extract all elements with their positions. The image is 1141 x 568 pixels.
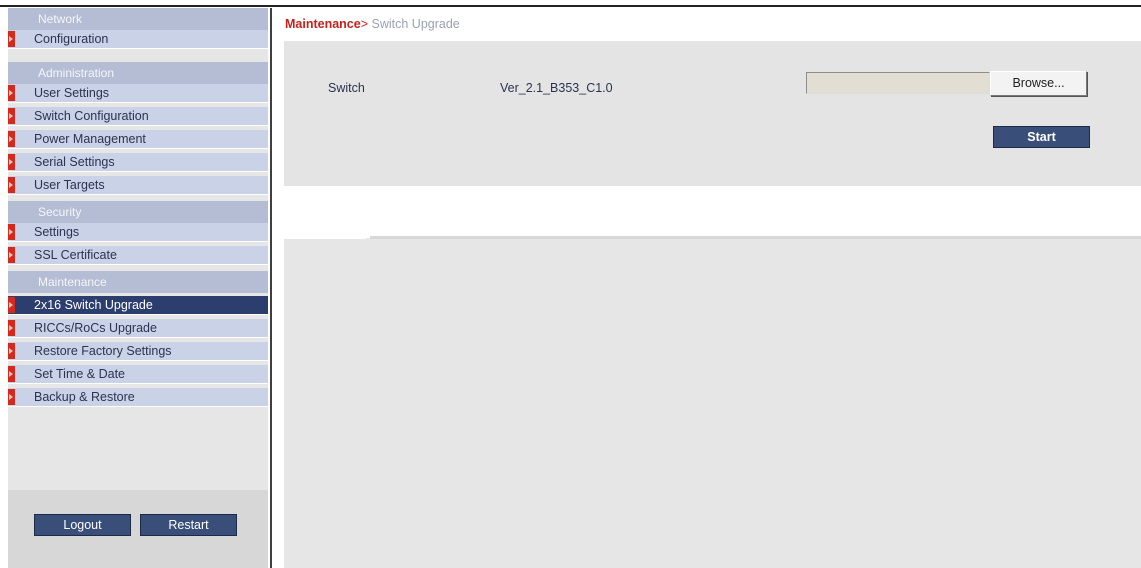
arrow-marker-icon: [8, 224, 15, 240]
sidebar-item-label: 2x16 Switch Upgrade: [34, 298, 153, 312]
section-header-administration: Administration: [8, 62, 268, 84]
logout-button[interactable]: Logout: [34, 514, 131, 536]
sidebar-item-backup-restore[interactable]: Backup & Restore: [8, 388, 268, 407]
section-title-maintenance: Maintenance: [38, 275, 107, 289]
sidebar: Network Configuration Administration Use…: [8, 8, 268, 568]
sidebar-item-label: Backup & Restore: [34, 390, 135, 404]
arrow-marker-icon: [8, 31, 15, 47]
tab-notch: [284, 231, 366, 239]
arrow-marker-icon: [8, 389, 15, 405]
sidebar-item-label: SSL Certificate: [34, 248, 117, 262]
sidebar-item-label: Power Management: [34, 132, 146, 146]
arrow-marker-icon: [8, 343, 15, 359]
sidebar-divider: [270, 8, 272, 568]
breadcrumb-current-page: Switch Upgrade: [371, 17, 460, 31]
restart-button[interactable]: Restart: [140, 514, 237, 536]
arrow-marker-icon: [8, 85, 15, 101]
tab-notch-slope: [362, 231, 370, 239]
sidebar-item-label: User Settings: [34, 86, 110, 100]
arrow-marker-icon: [8, 297, 15, 313]
breadcrumb-root-link[interactable]: Maintenance: [285, 17, 361, 31]
arrow-marker-icon: [8, 320, 15, 336]
tab-shade: [370, 236, 1141, 239]
sidebar-item-security-settings[interactable]: Settings: [8, 223, 268, 242]
arrow-marker-icon: [8, 131, 15, 147]
section-header-maintenance: Maintenance: [8, 271, 268, 293]
sidebar-footer: Logout Restart: [8, 490, 268, 568]
sidebar-item-label: Restore Factory Settings: [34, 344, 172, 358]
section-header-network: Network: [8, 8, 268, 30]
sidebar-item-label: Settings: [34, 225, 80, 239]
device-label: Switch: [328, 81, 365, 95]
firmware-file-input[interactable]: [806, 72, 990, 94]
start-button[interactable]: Start: [993, 126, 1090, 148]
sidebar-item-label: Switch Configuration: [34, 109, 149, 123]
sidebar-item-riccs-rocs-upgrade[interactable]: RICCs/RoCs Upgrade: [8, 319, 268, 338]
sidebar-item-serial-settings[interactable]: Serial Settings: [8, 153, 268, 172]
sidebar-item-configuration[interactable]: Configuration: [8, 30, 268, 49]
arrow-marker-icon: [8, 247, 15, 263]
sidebar-item-label: Serial Settings: [34, 155, 115, 169]
sidebar-item-label: User Targets: [34, 178, 105, 192]
sidebar-item-power-management[interactable]: Power Management: [8, 130, 268, 149]
section-title-network: Network: [38, 12, 83, 26]
sidebar-item-label: Set Time & Date: [34, 367, 126, 381]
sidebar-item-restore-factory-settings[interactable]: Restore Factory Settings: [8, 342, 268, 361]
breadcrumb-separator: >: [360, 17, 369, 31]
section-title-security: Security: [38, 205, 82, 219]
arrow-marker-icon: [8, 154, 15, 170]
sidebar-item-user-targets[interactable]: User Targets: [8, 176, 268, 195]
sidebar-item-switch-upgrade[interactable]: 2x16 Switch Upgrade: [8, 296, 268, 315]
arrow-marker-icon: [8, 108, 15, 124]
sidebar-item-set-time-date[interactable]: Set Time & Date: [8, 365, 268, 384]
breadcrumb: Maintenance> Switch Upgrade: [285, 17, 460, 31]
sidebar-item-ssl-certificate[interactable]: SSL Certificate: [8, 246, 268, 265]
sidebar-item-label: RICCs/RoCs Upgrade: [34, 321, 157, 335]
arrow-marker-icon: [8, 366, 15, 382]
section-header-security: Security: [8, 201, 268, 223]
top-rule: [0, 5, 1141, 7]
sidebar-item-label: Configuration: [34, 32, 109, 46]
section-title-administration: Administration: [38, 66, 115, 80]
arrow-marker-icon: [8, 177, 15, 193]
sidebar-item-switch-configuration[interactable]: Switch Configuration: [8, 107, 268, 126]
browse-button[interactable]: Browse...: [990, 71, 1087, 96]
firmware-version: Ver_2.1_B353_C1.0: [500, 81, 613, 95]
lower-content-panel: [284, 238, 1141, 568]
sidebar-item-user-settings[interactable]: User Settings: [8, 84, 268, 103]
upgrade-panel: [284, 41, 1141, 186]
